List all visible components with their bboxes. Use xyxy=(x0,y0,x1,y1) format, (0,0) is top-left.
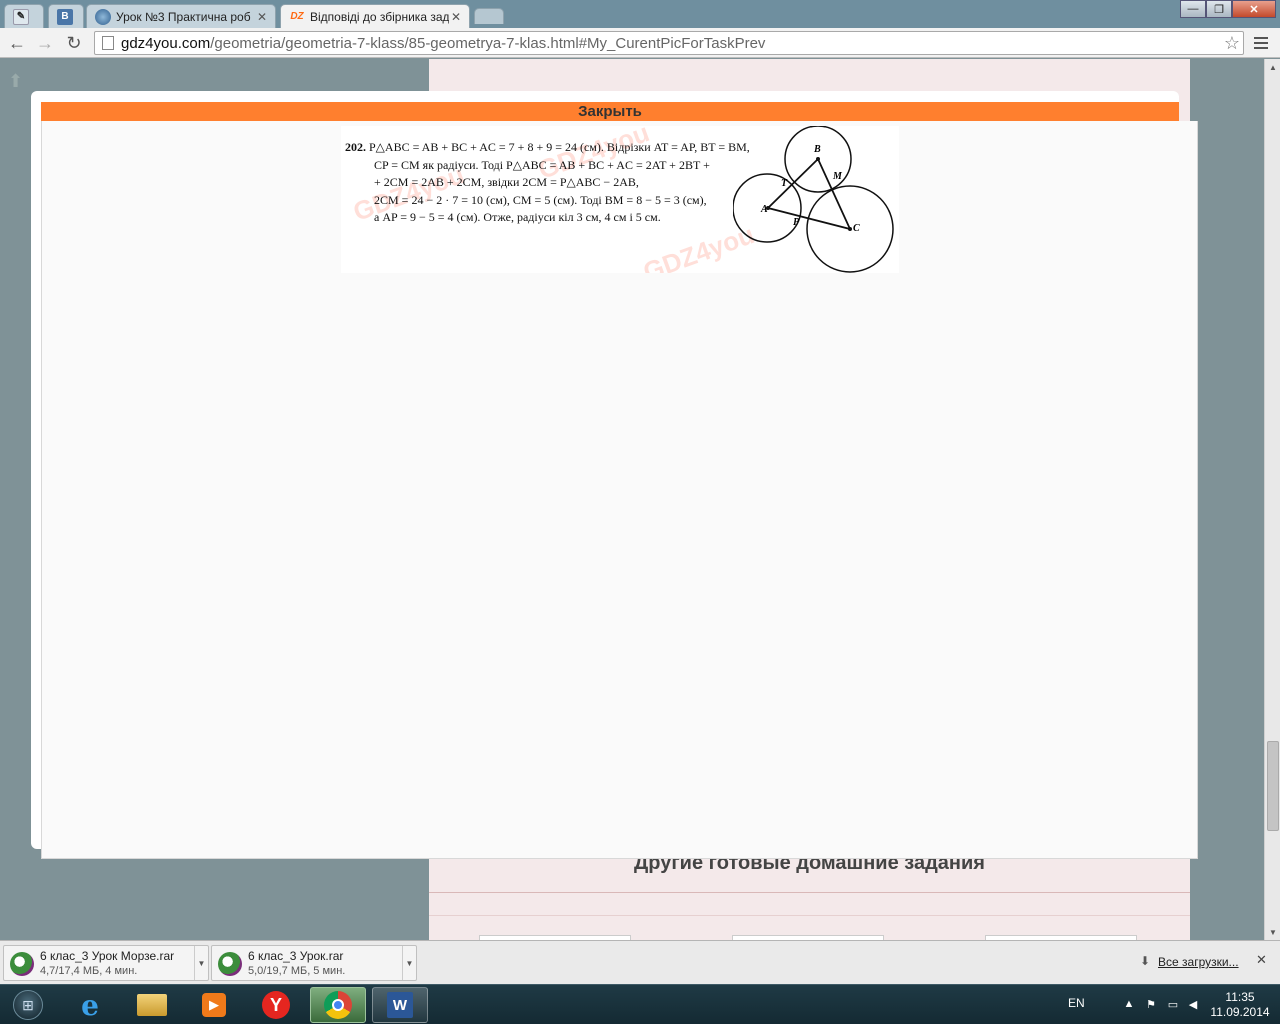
tab-blank[interactable]: ✎ xyxy=(4,4,44,28)
clock[interactable]: 11:35 11.09.2014 xyxy=(1200,990,1280,1020)
download-item[interactable]: 6 клас_3 Урок Морзе.rar 4,7/17,4 МБ, 4 м… xyxy=(3,945,209,981)
all-downloads-link[interactable]: Все загрузки... xyxy=(1158,955,1239,969)
close-window-icon[interactable]: ✕ xyxy=(1232,0,1276,18)
url-host: gdz4you.com xyxy=(121,34,211,52)
divider xyxy=(429,915,1190,916)
chevron-down-icon[interactable]: ▼ xyxy=(402,946,416,980)
solution-text: 202. P△ABC = AB + BC + AC = 7 + 8 + 9 = … xyxy=(345,139,750,227)
label-t: T xyxy=(781,178,788,189)
label-c: C xyxy=(853,223,860,234)
triangle-abc xyxy=(766,157,852,231)
solution-line: + 2CM = 2AB + 2CM, звідки 2CM = P△ABC − … xyxy=(374,175,639,189)
label-b: B xyxy=(813,144,821,155)
blank-page-icon: ✎ xyxy=(13,8,29,25)
close-shelf-icon[interactable]: ✕ xyxy=(1256,952,1267,968)
label-p: P xyxy=(793,217,800,228)
reload-icon[interactable]: ↻ xyxy=(63,32,85,54)
volume-icon[interactable]: ◀ xyxy=(1186,997,1200,1011)
menu-icon[interactable] xyxy=(1250,32,1272,54)
file-manager-icon[interactable] xyxy=(124,987,180,1023)
close-tab-icon[interactable]: ✕ xyxy=(449,10,463,24)
scroll-to-top-icon[interactable]: ⬆ xyxy=(8,71,23,92)
internet-explorer-icon[interactable]: e xyxy=(62,987,118,1023)
bookmark-star-icon[interactable]: ☆ xyxy=(1221,32,1243,54)
vertical-scrollbar[interactable]: ▲ ▼ xyxy=(1264,59,1280,940)
chevron-down-icon[interactable]: ▼ xyxy=(194,946,208,980)
windows-logo-icon: ⊞ xyxy=(13,990,43,1020)
tab-practical-work[interactable]: Урок №3 Практична роб ✕ xyxy=(86,4,276,28)
download-arrow-icon: ⬇ xyxy=(1140,954,1151,968)
label-a: A xyxy=(760,204,768,215)
download-shelf: 6 клас_3 Урок Морзе.rar 4,7/17,4 МБ, 4 м… xyxy=(0,940,1280,984)
divider xyxy=(429,892,1190,893)
minimize-icon[interactable]: — xyxy=(1180,0,1206,18)
globe-icon xyxy=(95,8,111,25)
vk-icon: В xyxy=(57,8,73,25)
close-tab-icon[interactable]: ✕ xyxy=(255,10,269,24)
tab-vk[interactable]: В xyxy=(48,4,84,28)
download-status: 5,0/19,7 МБ, 5 мин. xyxy=(248,965,346,977)
yandex-browser-icon[interactable]: Y xyxy=(248,987,304,1023)
forward-arrow-icon[interactable]: → xyxy=(34,32,56,54)
solution-line: P△ABC = AB + BC + AC = 7 + 8 + 9 = 24 (с… xyxy=(369,140,750,154)
scroll-up-arrow-icon[interactable]: ▲ xyxy=(1265,59,1280,75)
windows-taskbar: ⊞ e ▶ Y W EN ▲ ⚑ ▭ ◀ 11:35 11.09.2014 xyxy=(0,984,1280,1024)
task-number: 202. xyxy=(345,140,366,154)
tab-strip: ✎ В Урок №3 Практична роб ✕ DZ Відповіді… xyxy=(0,0,1280,28)
show-hidden-icons-icon[interactable]: ▲ xyxy=(1122,997,1136,1011)
download-filename: 6 клас_3 Урок Морзе.rar xyxy=(40,949,175,963)
restore-icon[interactable]: ❐ xyxy=(1206,0,1232,18)
tab-gdz-answers[interactable]: DZ Відповіді до збірника зад ✕ xyxy=(280,4,470,28)
gdz-icon: DZ xyxy=(290,11,304,22)
winrar-archive-icon xyxy=(218,952,242,976)
download-filename: 6 клас_3 Урок.rar xyxy=(248,949,344,963)
back-arrow-icon[interactable]: ← xyxy=(6,32,28,54)
circles-triangle-diagram: A B C T M P xyxy=(733,126,894,273)
network-icon[interactable]: ▭ xyxy=(1166,997,1180,1011)
system-tray: EN ▲ ⚑ ▭ ◀ 11:35 11.09.2014 xyxy=(1050,985,1280,1024)
tab-title: Урок №3 Практична роб xyxy=(116,9,251,24)
download-item[interactable]: 6 клас_3 Урок.rar 5,0/19,7 МБ, 5 мин. ▼ xyxy=(211,945,417,981)
language-indicator[interactable]: EN xyxy=(1068,996,1085,1010)
close-modal-button[interactable]: Закрыть xyxy=(41,102,1179,121)
solution-image: GDZ4you GDZ4you GDZ4you 202. P△ABC = AB … xyxy=(341,126,899,273)
chrome-icon[interactable] xyxy=(310,987,366,1023)
solution-line: а AP = 9 − 5 = 4 (см). Отже, радіуси кіл… xyxy=(374,210,661,224)
label-m: M xyxy=(832,171,843,182)
action-center-flag-icon[interactable]: ⚑ xyxy=(1144,997,1158,1011)
address-bar[interactable]: gdz4you.com /geometria/geometria-7-klass… xyxy=(94,31,1244,55)
page-viewport: Другие готовые домашние задания ⬆ Закрыт… xyxy=(0,59,1264,940)
download-status: 4,7/17,4 МБ, 4 мин. xyxy=(40,965,138,977)
clock-date: 11.09.2014 xyxy=(1210,1005,1270,1019)
page-icon xyxy=(102,36,114,50)
browser-toolbar: ← → ↻ gdz4you.com /geometria/geometria-7… xyxy=(0,28,1280,58)
clock-time: 11:35 xyxy=(1225,990,1255,1004)
winrar-archive-icon xyxy=(10,952,34,976)
start-button[interactable]: ⊞ xyxy=(8,987,48,1023)
scroll-down-arrow-icon[interactable]: ▼ xyxy=(1265,924,1280,940)
word-icon[interactable]: W xyxy=(372,987,428,1023)
solution-line: CP = CM як радіуси. Тоді P△ABC = AB + BC… xyxy=(374,157,710,172)
tab-title: Відповіді до збірника зад xyxy=(310,9,450,24)
solution-line: 2CM = 24 − 2 · 7 = 10 (см), CM = 5 (см).… xyxy=(374,192,707,207)
url-path: /geometria/geometria-7-klass/85-geometry… xyxy=(210,34,766,52)
media-player-icon[interactable]: ▶ xyxy=(186,987,242,1023)
scroll-thumb[interactable] xyxy=(1267,741,1279,831)
new-tab-button[interactable] xyxy=(474,8,504,24)
window-controls: — ❐ ✕ xyxy=(1180,0,1276,18)
